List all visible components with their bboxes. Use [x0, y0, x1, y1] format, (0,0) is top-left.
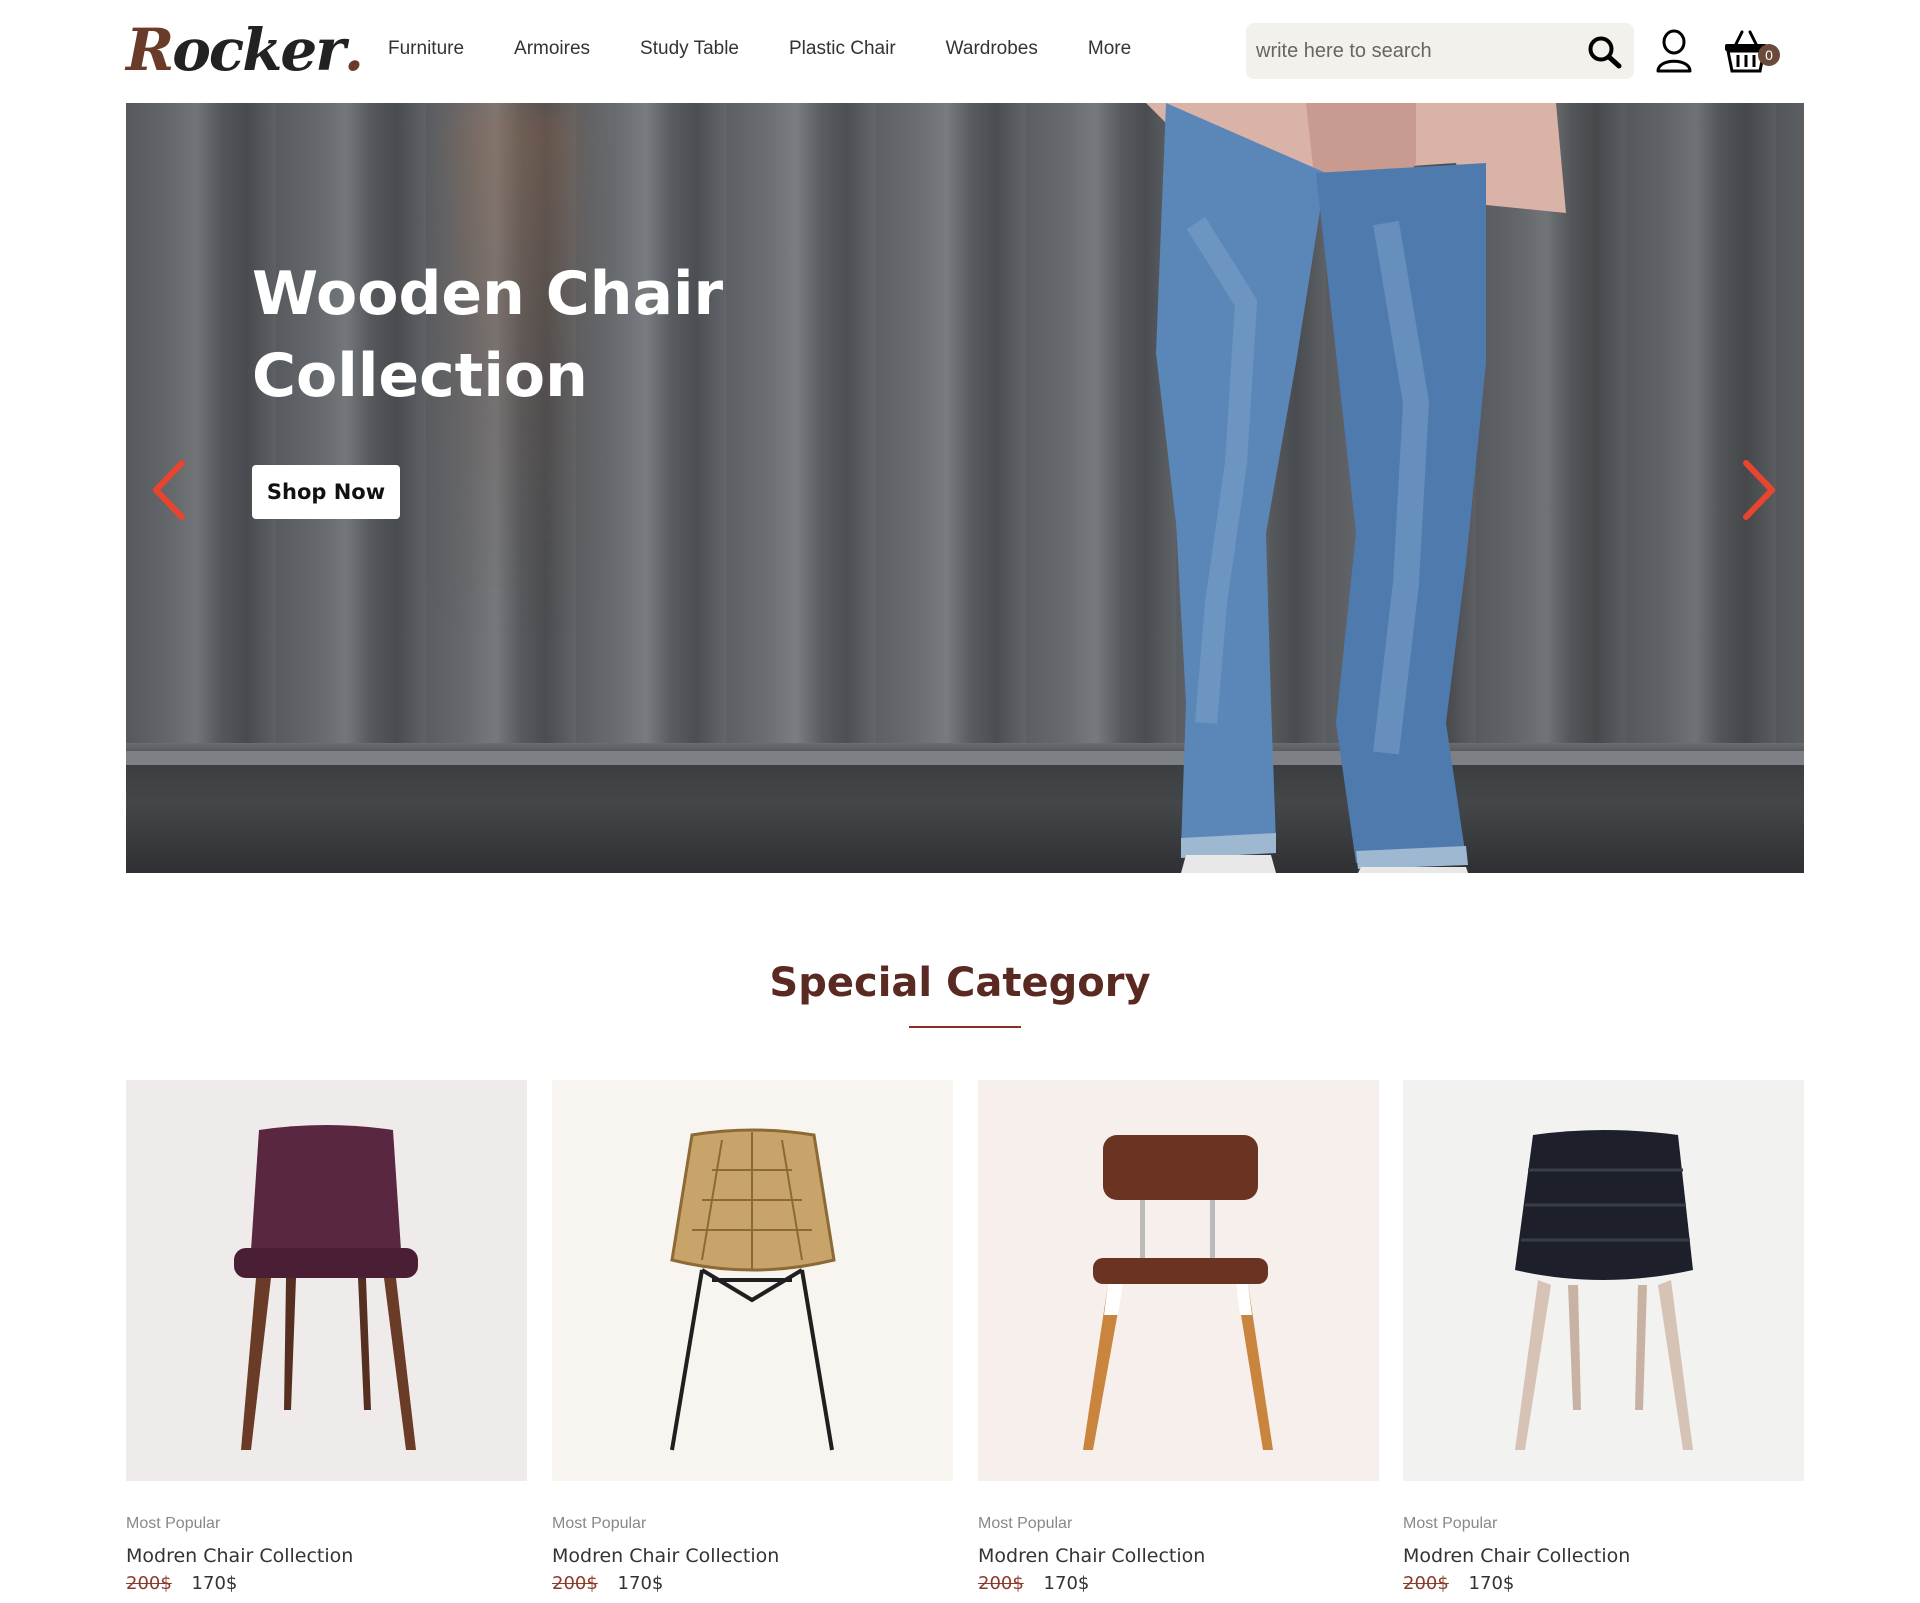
product-card[interactable]: Most Popular Modren Chair Collection 200…: [978, 1080, 1379, 1594]
current-price: 170$: [1468, 1573, 1515, 1594]
chair-image-3: [1083, 1135, 1273, 1450]
product-tag: Most Popular: [552, 1515, 647, 1532]
hero-model-image: [1146, 103, 1566, 873]
chair-image-4: [1515, 1130, 1693, 1450]
product-price: 200$ 170$: [978, 1573, 1379, 1594]
chair-image-1: [234, 1125, 418, 1450]
chevron-left-icon[interactable]: [148, 455, 192, 525]
chevron-right-icon[interactable]: [1736, 455, 1780, 525]
product-name[interactable]: Modren Chair Collection: [978, 1545, 1379, 1567]
product-name[interactable]: Modren Chair Collection: [552, 1545, 953, 1567]
product-image[interactable]: [126, 1080, 527, 1481]
nav-item-study-table[interactable]: Study Table: [640, 38, 739, 60]
logo-initial: R: [126, 16, 174, 84]
hero-title-line-2: Collection: [252, 341, 588, 411]
product-name[interactable]: Modren Chair Collection: [1403, 1545, 1804, 1567]
nav-item-wardrobes[interactable]: Wardrobes: [946, 38, 1038, 60]
nav-item-more[interactable]: More: [1088, 38, 1131, 60]
product-image[interactable]: [1403, 1080, 1804, 1481]
product-image[interactable]: [552, 1080, 953, 1481]
product-card[interactable]: Most Popular Modren Chair Collection 200…: [552, 1080, 953, 1594]
hero-title-line-1: Wooden Chair: [252, 259, 724, 329]
chair-image-2: [670, 1128, 836, 1451]
site-header: Rocker. Furniture Armoires Study Table P…: [126, 0, 1804, 103]
old-price: 200$: [1403, 1573, 1449, 1594]
product-price: 200$ 170$: [126, 1573, 527, 1594]
product-price: 200$ 170$: [552, 1573, 953, 1594]
shop-now-button[interactable]: Shop Now: [252, 465, 400, 519]
product-tag: Most Popular: [126, 1515, 221, 1532]
old-price: 200$: [978, 1573, 1024, 1594]
product-image[interactable]: [978, 1080, 1379, 1481]
product-card[interactable]: Most Popular Modren Chair Collection 200…: [1403, 1080, 1804, 1594]
user-icon[interactable]: [1654, 28, 1694, 74]
product-name[interactable]: Modren Chair Collection: [126, 1545, 527, 1567]
current-price: 170$: [191, 1573, 238, 1594]
nav-item-armoires[interactable]: Armoires: [514, 38, 590, 60]
hero-title: Wooden Chair Collection: [252, 253, 812, 417]
search-input[interactable]: [1256, 23, 1576, 79]
nav-item-furniture[interactable]: Furniture: [388, 38, 464, 60]
product-tag: Most Popular: [1403, 1515, 1498, 1532]
logo-text: ocker: [172, 16, 346, 84]
cart-count-badge: 0: [1758, 44, 1780, 66]
old-price: 200$: [552, 1573, 598, 1594]
current-price: 170$: [617, 1573, 664, 1594]
search-icon[interactable]: [1586, 35, 1624, 69]
nav-item-plastic-chair[interactable]: Plastic Chair: [789, 38, 896, 60]
product-tag: Most Popular: [978, 1515, 1073, 1532]
brand-logo[interactable]: Rocker.: [126, 16, 364, 84]
search-box: [1246, 23, 1634, 79]
logo-dot: .: [343, 16, 364, 84]
hero-banner: Wooden Chair Collection Shop Now: [126, 103, 1804, 873]
old-price: 200$: [126, 1573, 172, 1594]
current-price: 170$: [1043, 1573, 1090, 1594]
main-nav: Furniture Armoires Study Table Plastic C…: [388, 38, 1181, 60]
section-title-underline: [909, 1026, 1021, 1028]
section-title: Special Category: [769, 960, 1151, 1006]
product-price: 200$ 170$: [1403, 1573, 1804, 1594]
product-card[interactable]: Most Popular Modren Chair Collection 200…: [126, 1080, 527, 1594]
